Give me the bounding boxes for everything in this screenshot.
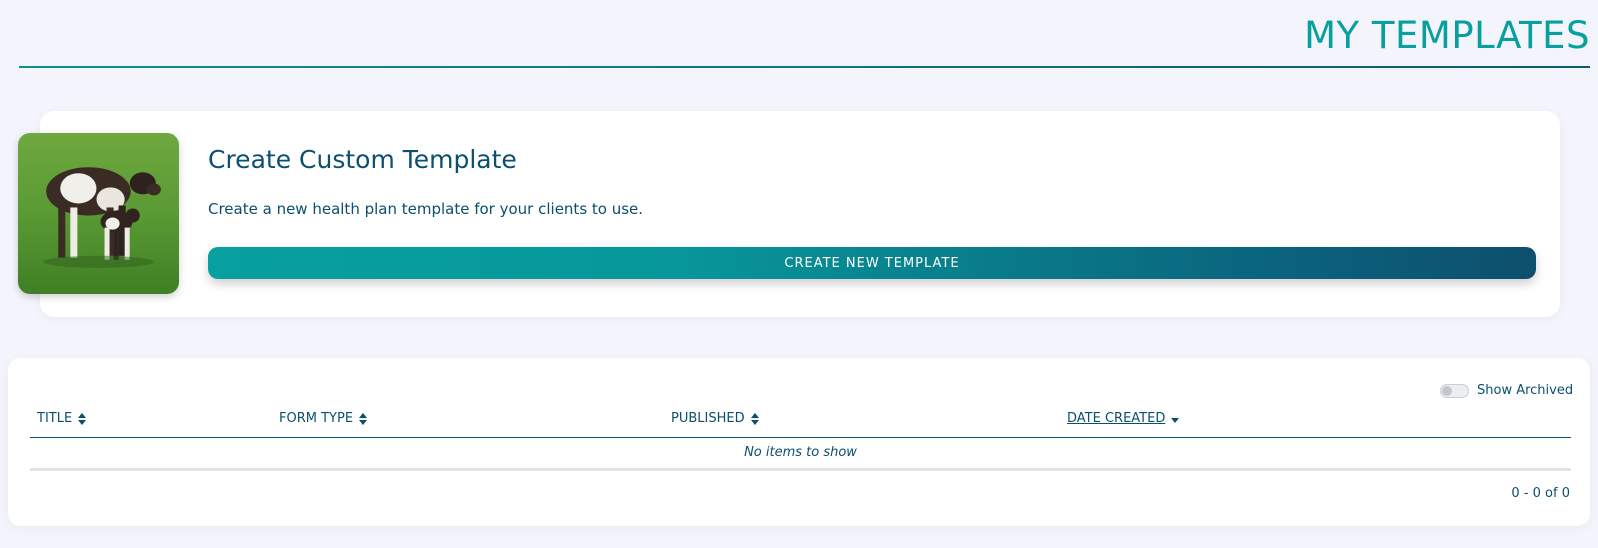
column-header-date-created[interactable]: DATE CREATED — [1067, 411, 1180, 426]
column-label: FORM TYPE — [279, 411, 354, 426]
sort-icon — [78, 412, 87, 425]
column-header-form-type[interactable]: FORM TYPE — [279, 411, 368, 426]
column-label: DATE CREATED — [1067, 411, 1166, 426]
show-archived-label: Show Archived — [1477, 383, 1574, 398]
page-title: MY TEMPLATES — [1304, 14, 1590, 57]
cow-calf-image — [18, 133, 179, 294]
toggle-knob — [1442, 385, 1452, 396]
column-label: TITLE — [37, 411, 73, 426]
show-archived-toggle[interactable]: Show Archived — [1440, 383, 1573, 398]
card-heading: Create Custom Template — [208, 145, 517, 174]
empty-table-message: No items to show — [30, 438, 1571, 471]
column-label: PUBLISHED — [671, 411, 745, 426]
create-new-template-button[interactable]: CREATE NEW TEMPLATE — [208, 247, 1536, 279]
card-description: Create a new health plan template for yo… — [208, 200, 644, 218]
table-header-row: TITLE FORM TYPE PUBLISHED DATE CREATED — [30, 408, 1571, 438]
column-header-title[interactable]: TITLE — [37, 411, 87, 426]
column-header-published[interactable]: PUBLISHED — [671, 411, 759, 426]
pagination-info: 0 - 0 of 0 — [1511, 486, 1570, 501]
sort-icon — [359, 412, 368, 425]
toggle-switch[interactable] — [1440, 383, 1469, 398]
sort-icon — [750, 412, 759, 425]
page-header: MY TEMPLATES — [19, 0, 1590, 68]
sort-desc-icon — [1171, 413, 1180, 425]
